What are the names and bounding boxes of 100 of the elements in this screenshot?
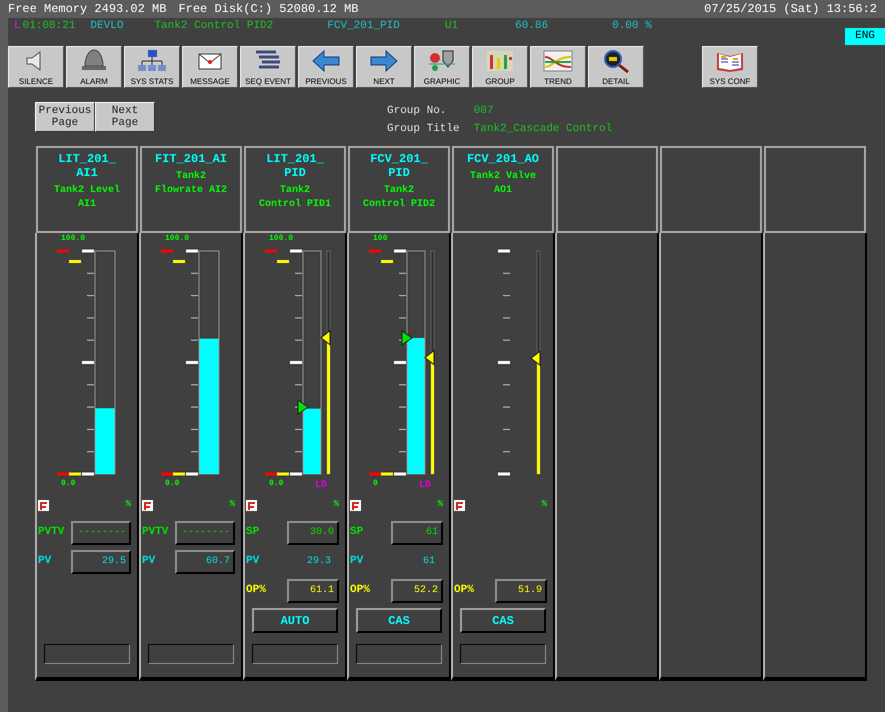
arrow-right-icon (369, 49, 399, 73)
scale-top-label: 100.0 (269, 234, 294, 243)
group-number-value: 007 (474, 104, 494, 118)
alarm-line-text: 01:08:21 (22, 18, 76, 34)
tag-description: AO1 (494, 184, 512, 198)
value-text: 29.3 (306, 555, 332, 569)
tag-name: PID (284, 166, 306, 180)
value-field[interactable]: -------- (71, 520, 131, 544)
tag-name: PID (388, 166, 410, 180)
tag-description: Tank2 (176, 170, 206, 184)
toolbar-button[interactable]: DETAIL (588, 46, 644, 88)
value-text: 61 (422, 555, 436, 569)
group-title-label: Group Title (387, 122, 460, 136)
toolbar-button[interactable]: PREVIOUS (298, 46, 354, 88)
alarm-line-text: L (14, 18, 21, 34)
value-field[interactable]: 29.5 (71, 550, 131, 574)
value-field[interactable]: 61.1 (287, 578, 339, 602)
row-label: OP% (350, 583, 370, 598)
row-label: OP% (246, 583, 266, 598)
faceplate-header[interactable] (660, 146, 762, 233)
free-disk-text: Free Disk(C:) 52080.12 MB (178, 3, 358, 15)
flag-icon[interactable] (142, 500, 153, 510)
pump-tank-icon (427, 49, 457, 73)
tag-description: Tank2 Level (54, 184, 120, 198)
faceplate-header[interactable] (556, 146, 658, 233)
page-button[interactable]: Previous Page (35, 102, 95, 132)
unit-label: % (334, 498, 339, 512)
tag-description: Tank2 Valve (470, 170, 536, 184)
scale-top-label: 100.0 (61, 234, 86, 243)
row-label: SP (350, 525, 364, 540)
mode-button[interactable]: AUTO (252, 608, 338, 633)
flag-icon[interactable] (350, 500, 361, 510)
faceplate-header[interactable]: FIT_201_AI Tank2 Flowrate AI2 (140, 146, 242, 233)
magnifier-icon (601, 49, 631, 73)
tag-name: FIT_201_AI (154, 152, 227, 166)
faceplate-header[interactable]: LIT_201_ AI1 Tank2 Level AI1 (36, 146, 138, 233)
toolbar-button[interactable]: TREND (530, 46, 586, 88)
toolbar-button[interactable]: MESSAGE (182, 46, 238, 88)
scale-top-label: 100 (373, 234, 388, 243)
toolbar-button[interactable]: NEXT (356, 46, 412, 88)
row-label: SP (246, 525, 260, 540)
row-label: PVTV (142, 525, 168, 540)
flag-icon[interactable] (246, 500, 257, 510)
toolbar-button[interactable]: SYS STATS (124, 46, 180, 88)
toolbar-button[interactable]: SILENCE (8, 46, 64, 88)
arrow-left-icon (311, 49, 341, 73)
value-field[interactable]: 51.9 (495, 578, 547, 602)
toolbar-button[interactable]: SEQ EVENT (240, 46, 296, 88)
mode-button[interactable]: CAS (460, 608, 546, 633)
flag-icon[interactable] (454, 500, 465, 510)
tag-description: AI1 (78, 198, 96, 212)
scale-bottom-label: 0.0 (269, 479, 284, 488)
scale-top-label: 100.0 (165, 234, 190, 243)
tag-description: Flowrate AI2 (154, 184, 227, 198)
group-number-label: Group No. (387, 104, 448, 118)
faceplate-header[interactable]: LIT_201_ PID Tank2 Control PID1 (244, 146, 346, 233)
op-marker-icon (530, 350, 540, 366)
page-button[interactable]: Next Page (95, 102, 155, 132)
tag-name: LIT_201_ (58, 152, 116, 166)
value-field[interactable]: -------- (175, 520, 235, 544)
value-field[interactable]: 30.0 (287, 520, 339, 544)
scale-bottom-label: 0.0 (165, 479, 180, 488)
language-button[interactable]: ENG (845, 28, 885, 45)
row-label: PV (246, 554, 260, 570)
alarm-line-text: FCV_201_PID (327, 18, 400, 34)
faceplate-header[interactable] (764, 146, 866, 233)
tag-name: AI1 (76, 166, 98, 180)
ld-label: LD (419, 480, 432, 492)
unit-label: % (230, 498, 235, 512)
date-time-text: 07/25/2015 (Sat) 13:56:2 (704, 3, 877, 15)
toolbar-button[interactable]: SYS CONF (702, 46, 758, 88)
tag-name: FCV_201_ (370, 152, 428, 166)
tag-description: Tank2 (280, 184, 310, 198)
scale-bottom-label: 0.0 (61, 479, 76, 488)
value-field[interactable]: 61 (391, 520, 443, 544)
unit-label: % (126, 498, 131, 512)
flag-icon[interactable] (38, 500, 49, 510)
faceplate-header[interactable]: FCV_201_AO Tank2 Valve AO1 (452, 146, 554, 233)
unit-label: % (438, 498, 443, 512)
alarm-lamp-icon (81, 49, 107, 71)
value-field[interactable]: 52.2 (391, 578, 443, 602)
row-label: PV (350, 554, 364, 570)
row-label: PV (142, 554, 156, 570)
tag-name: FCV_201_AO (466, 152, 539, 166)
row-label: OP% (454, 583, 474, 598)
toolbar-button[interactable]: GRAPHIC (414, 46, 470, 88)
tag-description: Tank2 (384, 184, 414, 198)
faceplate-header[interactable]: FCV_201_ PID Tank2 Control PID2 (348, 146, 450, 233)
free-memory-text: Free Memory 2493.02 MB (8, 3, 166, 15)
alarm-line-text: Tank2 Control PID2 (154, 18, 274, 34)
alarm-line-text: U1 (444, 18, 458, 34)
value-field[interactable]: 60.7 (175, 550, 235, 574)
mode-button[interactable]: CAS (356, 608, 442, 633)
ld-label: LD (315, 480, 328, 492)
group-bars-icon (485, 49, 515, 73)
row-label: PVTV (38, 525, 64, 540)
group-title-value: Tank2_Cascade Control (474, 122, 612, 136)
toolbar-button[interactable]: GROUP (472, 46, 528, 88)
tag-description: Control PID1 (258, 198, 331, 212)
toolbar-button[interactable]: ALARM (66, 46, 122, 88)
